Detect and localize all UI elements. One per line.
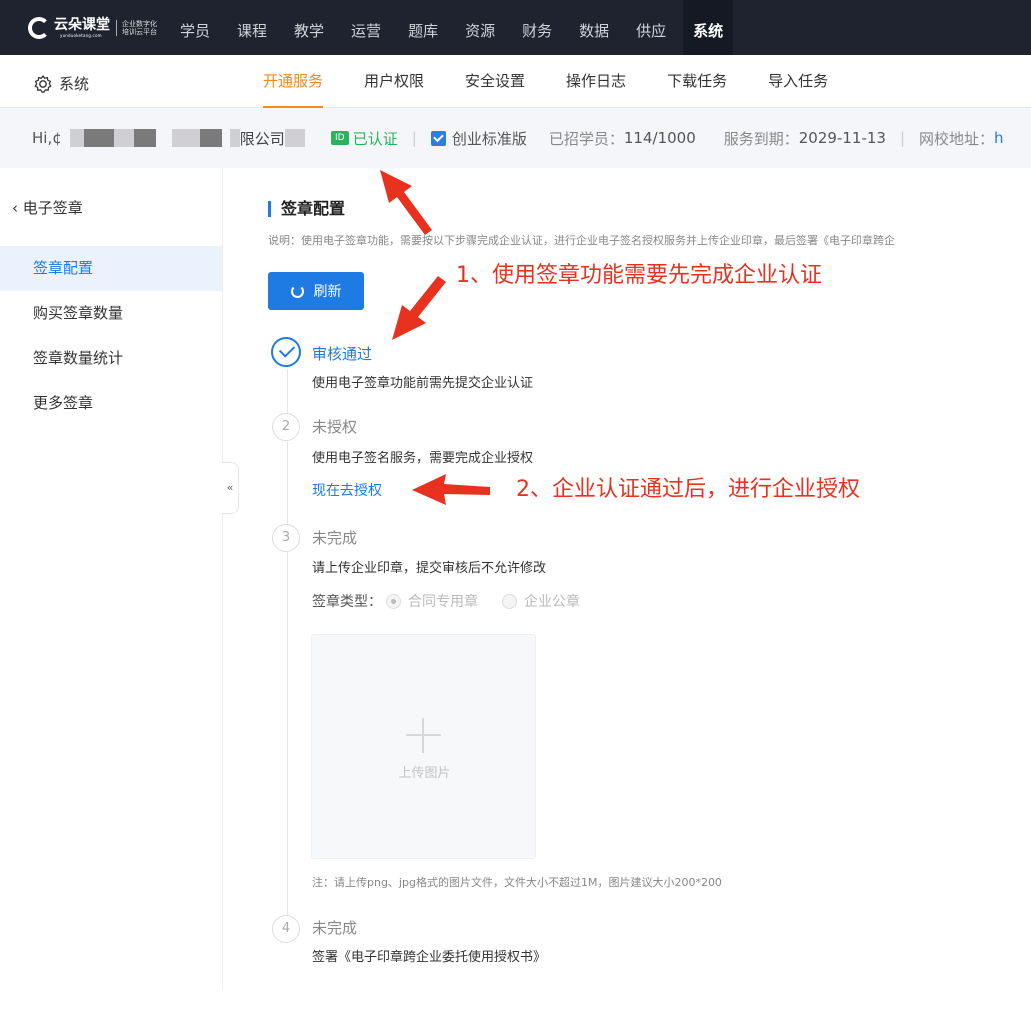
tab-user-permissions[interactable]: 用户权限 bbox=[364, 55, 424, 108]
chevron-left-icon: ‹ bbox=[12, 199, 18, 217]
brand-slogan-line2: 培训云平台 bbox=[122, 28, 157, 36]
brand-domain: yunduoketang.com bbox=[60, 33, 102, 38]
cloud-logo-icon bbox=[28, 17, 60, 39]
step-connector bbox=[287, 442, 288, 529]
section-title: 系统 bbox=[33, 73, 89, 94]
tab-operation-log[interactable]: 操作日志 bbox=[566, 55, 626, 108]
divider: | bbox=[899, 129, 906, 147]
step4-status: 未完成 bbox=[312, 919, 358, 937]
radio-company-seal[interactable] bbox=[502, 593, 517, 609]
step3-number: 3 bbox=[272, 524, 300, 552]
annotation-step2: 2、企业认证通过后，进行企业授权 bbox=[516, 477, 860, 502]
nav-item-teaching[interactable]: 教学 bbox=[294, 0, 324, 55]
upload-label: 上传图片 bbox=[398, 766, 451, 781]
upload-note: 注：请上传png、jpg格式的图片文件，文件大小不超过1M，图片建议大小200*… bbox=[312, 876, 722, 889]
sidebar-item-seal-stats[interactable]: 签章数量统计 bbox=[0, 336, 222, 381]
expiry-value: 2029-11-13 bbox=[798, 129, 886, 147]
step-connector bbox=[287, 552, 288, 918]
tab-import-tasks[interactable]: 导入任务 bbox=[768, 55, 828, 108]
top-nav: 云朵课堂 yunduoketang.com 企业数字化 培训云平台 学员 课程 … bbox=[0, 0, 1031, 55]
edition-label: 创业标准版 bbox=[451, 129, 527, 148]
gear-icon bbox=[34, 74, 52, 93]
redacted-block bbox=[133, 129, 156, 147]
plus-icon bbox=[422, 718, 424, 753]
authorize-now-link[interactable]: 现在去授权 bbox=[312, 480, 382, 500]
section-title-label: 系统 bbox=[59, 75, 90, 93]
brand-name: 云朵课堂 bbox=[54, 17, 110, 33]
back-label: 电子签章 bbox=[22, 199, 83, 217]
seal-type-label: 签章类型： bbox=[312, 594, 382, 610]
sidebar: ‹ 电子签章 签章配置 购买签章数量 签章数量统计 更多签章 bbox=[0, 168, 223, 990]
step-done-check-icon bbox=[271, 337, 301, 367]
step3-status: 未完成 bbox=[312, 529, 358, 547]
option-company-seal[interactable]: 企业公章 bbox=[524, 591, 580, 611]
sub-tabs: 开通服务 用户权限 安全设置 操作日志 下载任务 导入任务 bbox=[263, 55, 869, 108]
sidebar-item-more-seals[interactable]: 更多签章 bbox=[0, 381, 222, 426]
nav-item-system[interactable]: 系统 bbox=[683, 0, 734, 55]
redacted-block bbox=[171, 129, 200, 147]
annotation-step1: 1、使用签章功能需要先完成企业认证 bbox=[456, 263, 822, 288]
nav-item-operations[interactable]: 运营 bbox=[351, 0, 381, 55]
refresh-button[interactable]: 刷新 bbox=[268, 272, 364, 310]
site-label: 网校地址： bbox=[919, 129, 995, 148]
students-label: 已招学员： bbox=[548, 129, 624, 148]
step-connector bbox=[287, 369, 288, 413]
logo-divider bbox=[116, 20, 117, 36]
nav-item-resources[interactable]: 资源 bbox=[465, 0, 495, 55]
back-button[interactable]: ‹ 电子签章 bbox=[12, 197, 83, 218]
divider: | bbox=[411, 129, 417, 147]
nav-item-courses[interactable]: 课程 bbox=[237, 0, 267, 55]
nav-item-supply[interactable]: 供应 bbox=[636, 0, 666, 55]
tab-security-settings[interactable]: 安全设置 bbox=[465, 55, 525, 108]
redacted-block bbox=[83, 129, 114, 147]
verified-status[interactable]: ID 已认证 bbox=[330, 128, 398, 149]
redacted-block bbox=[199, 129, 222, 147]
step1-status: 审核通过 bbox=[312, 345, 373, 363]
sidebar-item-seal-config[interactable]: 签章配置 bbox=[0, 246, 222, 291]
redacted-block bbox=[69, 129, 84, 147]
verified-label: 已认证 bbox=[352, 129, 398, 148]
page-title: 签章配置 bbox=[268, 201, 345, 217]
nav-item-data[interactable]: 数据 bbox=[579, 0, 609, 55]
step1-description: 使用电子签章功能前需先提交企业认证 bbox=[312, 376, 534, 391]
nav-item-question-bank[interactable]: 题库 bbox=[408, 0, 438, 55]
tab-download-tasks[interactable]: 下载任务 bbox=[667, 55, 727, 108]
refresh-icon bbox=[290, 284, 304, 298]
step3-description: 请上传企业印章，提交审核后不允许修改 bbox=[312, 561, 547, 576]
main-content: 签章配置 说明：使用电子签章功能，需要按以下步骤完成企业认证，进行企业电子签名授… bbox=[224, 168, 1031, 1022]
account-info-bar: Hi,¢ 限公司 ID 已认证 | 创业标准版 已招学员： 114/1000 服… bbox=[0, 108, 1031, 168]
brand-name-block: 云朵课堂 yunduoketang.com bbox=[54, 18, 110, 38]
tab-open-service[interactable]: 开通服务 bbox=[263, 55, 324, 108]
nav-item-finance[interactable]: 财务 bbox=[522, 0, 552, 55]
greeting: Hi,¢ bbox=[32, 129, 62, 147]
option-contract-seal[interactable]: 合同专用章 bbox=[408, 591, 478, 611]
seal-type-selector: 签章类型： 合同专用章 企业公章 bbox=[312, 591, 600, 611]
edition-badge: 创业标准版 bbox=[430, 128, 527, 149]
step2-number: 2 bbox=[272, 413, 300, 441]
step4-number: 4 bbox=[272, 915, 300, 943]
redacted-block bbox=[229, 129, 240, 147]
main-menu: 学员 课程 教学 运营 题库 资源 财务 数据 供应 系统 bbox=[180, 0, 760, 55]
edition-icon bbox=[430, 130, 446, 146]
page-description: 说明：使用电子签章功能，需要按以下步骤完成企业认证，进行企业电子签名授权服务并上… bbox=[268, 234, 895, 247]
upload-image-box[interactable]: 上传图片 bbox=[311, 634, 536, 859]
nav-item-students[interactable]: 学员 bbox=[180, 0, 210, 55]
step2-status: 未授权 bbox=[312, 418, 358, 436]
expiry-label: 服务到期： bbox=[723, 129, 799, 148]
brand-slogan: 企业数字化 培训云平台 bbox=[122, 20, 162, 36]
sidebar-item-buy-seals[interactable]: 购买签章数量 bbox=[0, 291, 222, 336]
redacted-block bbox=[113, 129, 134, 147]
brand-slogan-line1: 企业数字化 bbox=[122, 20, 157, 28]
brand-logo[interactable]: 云朵课堂 yunduoketang.com 企业数字化 培训云平台 bbox=[28, 17, 162, 39]
step2-description: 使用电子签名服务，需要完成企业授权 bbox=[312, 451, 534, 466]
students-value: 114/1000 bbox=[623, 129, 696, 147]
company-name: 限公司 bbox=[239, 129, 285, 148]
radio-contract-seal[interactable] bbox=[386, 593, 401, 609]
sub-nav: 系统 开通服务 用户权限 安全设置 操作日志 下载任务 导入任务 bbox=[0, 55, 1031, 108]
refresh-label: 刷新 bbox=[313, 284, 342, 300]
site-link[interactable]: h bbox=[994, 129, 1004, 147]
step4-description: 签署《电子印章跨企业委托使用授权书》 bbox=[312, 950, 547, 965]
redacted-block bbox=[284, 129, 305, 147]
id-card-icon: ID bbox=[330, 131, 349, 145]
